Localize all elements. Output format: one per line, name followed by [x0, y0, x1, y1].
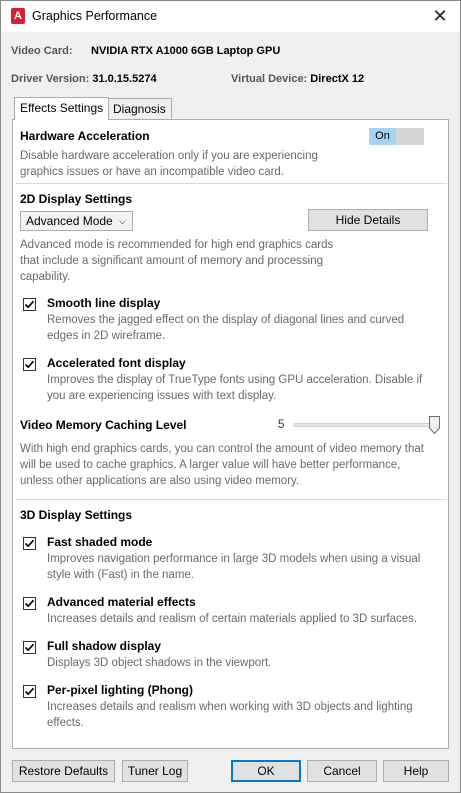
- accelerated-font-desc-line2: you are experiencing issues with text di…: [47, 390, 277, 402]
- driver-version-label: Driver Version:: [11, 73, 90, 85]
- advanced-material-desc-line1: Increases details and realism of certain…: [47, 613, 418, 625]
- caching-desc-line1: With high end graphics cards, you can co…: [20, 443, 424, 455]
- hardware-desc-line2: graphics issues or have an incompatible …: [20, 166, 285, 178]
- toggle-on-label: On: [369, 128, 396, 145]
- video-card-row: Video Card:: [11, 45, 73, 57]
- per-pixel-lighting-desc-line2: effects.: [47, 717, 84, 729]
- caching-level-slider-thumb[interactable]: [429, 416, 440, 434]
- accelerated-font-label: Accelerated font display: [47, 356, 186, 370]
- accelerated-font-checkbox[interactable]: [23, 358, 36, 371]
- accelerated-font-desc-line1: Improves the display of TrueType fonts u…: [47, 374, 423, 386]
- app-logo-icon: A: [11, 8, 25, 24]
- checkmark-icon: [24, 539, 35, 548]
- restore-defaults-button[interactable]: Restore Defaults: [12, 760, 115, 782]
- display-3d-title: 3D Display Settings: [20, 508, 133, 522]
- virtual-device-row: Virtual Device: DirectX 12: [231, 73, 364, 85]
- caching-desc-line2: will be used to cache graphics. A larger…: [20, 459, 401, 471]
- cancel-button[interactable]: Cancel: [307, 760, 377, 782]
- driver-version-value: 31.0.15.5274: [92, 73, 157, 85]
- display-mode-select[interactable]: Advanced Mode ⌵: [20, 211, 133, 231]
- display-2d-desc-line1: Advanced mode is recommended for high en…: [20, 239, 334, 251]
- smooth-line-desc-line1: Removes the jagged effect on the display…: [47, 314, 405, 326]
- title-bar: A Graphics Performance ✕: [1, 1, 460, 32]
- driver-version-row: Driver Version: 31.0.15.5274: [11, 73, 157, 85]
- tab-effects-settings[interactable]: Effects Settings: [14, 97, 110, 120]
- checkmark-icon: [24, 360, 35, 369]
- virtual-device-label: Virtual Device:: [231, 73, 308, 85]
- per-pixel-lighting-checkbox[interactable]: [23, 685, 36, 698]
- checkmark-icon: [24, 599, 35, 608]
- smooth-line-checkbox[interactable]: [23, 298, 36, 311]
- checkmark-icon: [24, 300, 35, 309]
- hardware-acceleration-toggle[interactable]: On: [369, 128, 424, 145]
- smooth-line-desc-line2: edges in 2D wireframe.: [47, 330, 166, 342]
- close-icon[interactable]: ✕: [428, 5, 452, 27]
- section-divider: [16, 183, 447, 185]
- display-2d-desc-line2: that include a significant amount of mem…: [20, 255, 323, 267]
- virtual-device-value: DirectX 12: [310, 73, 365, 85]
- graphics-performance-dialog: A Graphics Performance ✕ Video Card: NVI…: [0, 0, 461, 793]
- hardware-desc-line1: Disable hardware acceleration only if yo…: [20, 150, 318, 162]
- advanced-material-checkbox[interactable]: [23, 597, 36, 610]
- per-pixel-lighting-desc-line1: Increases details and realism when worki…: [47, 701, 413, 713]
- display-mode-value: Advanced Mode: [26, 214, 113, 228]
- section-divider: [16, 499, 447, 501]
- caching-desc-line3: unless other applications are also using…: [20, 475, 300, 487]
- fast-shaded-desc-line1: Improves navigation performance in large…: [47, 553, 421, 565]
- advanced-material-label: Advanced material effects: [47, 595, 196, 609]
- display-2d-title: 2D Display Settings: [20, 192, 133, 206]
- window-title: Graphics Performance: [32, 9, 158, 23]
- hardware-acceleration-title: Hardware Acceleration: [20, 129, 150, 143]
- caching-level-value: 5: [278, 419, 285, 431]
- per-pixel-lighting-label: Per-pixel lighting (Phong): [47, 683, 193, 697]
- fast-shaded-desc-line2: style with (Fast) in the name.: [47, 569, 194, 581]
- tuner-log-button[interactable]: Tuner Log: [122, 760, 188, 782]
- video-memory-caching-title: Video Memory Caching Level: [20, 418, 187, 432]
- video-card-label: Video Card:: [11, 45, 73, 57]
- help-button[interactable]: Help: [383, 760, 449, 782]
- chevron-down-icon: ⌵: [119, 216, 126, 226]
- checkmark-icon: [24, 687, 35, 696]
- full-shadow-desc-line1: Displays 3D object shadows in the viewpo…: [47, 657, 272, 669]
- fast-shaded-label: Fast shaded mode: [47, 535, 153, 549]
- effects-settings-panel: Hardware Acceleration On Disable hardwar…: [12, 119, 449, 749]
- hide-details-button[interactable]: Hide Details: [308, 209, 428, 231]
- ok-button[interactable]: OK: [231, 760, 301, 782]
- video-card-value: NVIDIA RTX A1000 6GB Laptop GPU: [91, 45, 281, 57]
- full-shadow-label: Full shadow display: [47, 639, 162, 653]
- display-2d-desc-line3: capability.: [20, 271, 71, 283]
- tab-diagnosis[interactable]: Diagnosis: [107, 98, 172, 120]
- full-shadow-checkbox[interactable]: [23, 641, 36, 654]
- video-card-value-row: NVIDIA RTX A1000 6GB Laptop GPU: [91, 45, 280, 57]
- fast-shaded-checkbox[interactable]: [23, 537, 36, 550]
- smooth-line-label: Smooth line display: [47, 296, 161, 310]
- checkmark-icon: [24, 643, 35, 652]
- caching-level-slider-track[interactable]: [294, 423, 440, 427]
